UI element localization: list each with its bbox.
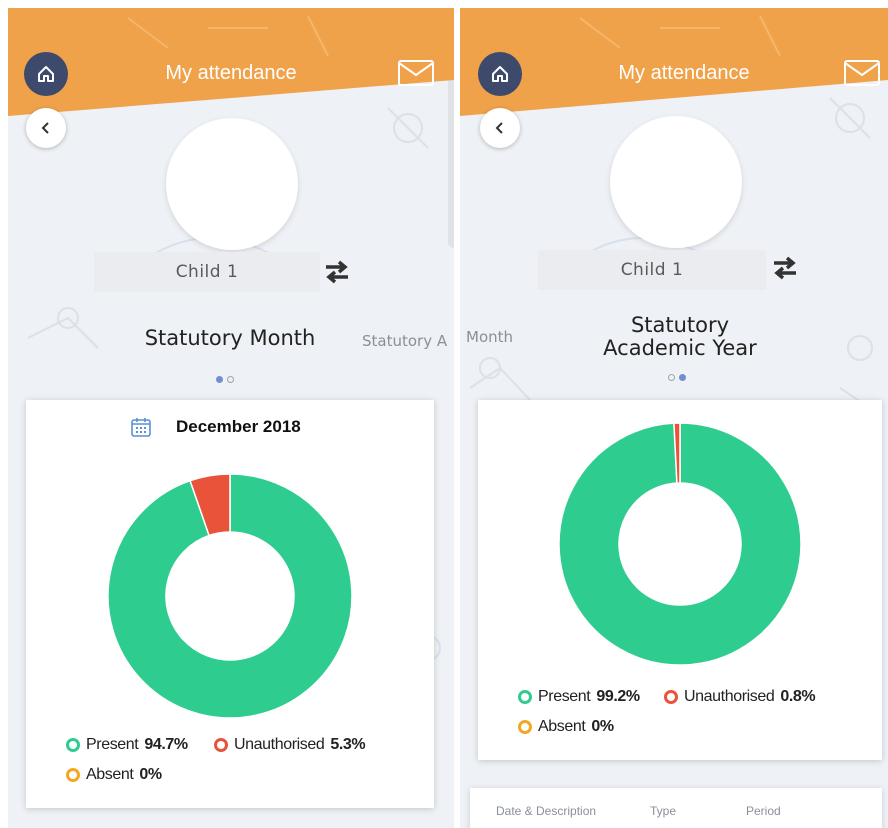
chevron-left-icon: [41, 122, 49, 134]
back-button[interactable]: [480, 108, 520, 148]
legend-absent: Absent 0%: [66, 766, 162, 784]
right-screen: My attendance Child 1 Month Statutory Ac…: [460, 8, 888, 828]
table-header-type: Type: [650, 804, 677, 818]
prev-tab-peek[interactable]: Month: [466, 328, 513, 346]
mail-button[interactable]: [398, 60, 434, 86]
legend-label: Unauthorised: [234, 736, 325, 753]
legend-unauthorised: Unauthorised 5.3%: [214, 736, 366, 754]
avatar[interactable]: [610, 116, 742, 248]
attendance-card: Present 99.2% Unauthorised 0.8% Absent 0…: [478, 400, 882, 760]
legend-label: Present: [538, 688, 591, 705]
legend-label: Absent: [538, 718, 586, 735]
tab-title: Statutory Month: [144, 326, 316, 350]
next-tab-peek[interactable]: Statutory A: [362, 332, 447, 350]
left-screen: My attendance Child 1 Statutory Month St…: [8, 8, 454, 828]
mail-icon: [844, 60, 880, 86]
donut-chart: [558, 422, 802, 666]
pager-dot[interactable]: [668, 374, 675, 381]
pager-dots: [216, 376, 234, 383]
month-header: December 2018: [130, 416, 301, 438]
pager-dot[interactable]: [216, 376, 223, 383]
attendance-card: December 2018 Present 94.7% Unauthorised…: [26, 400, 434, 808]
legend-present: Present 99.2%: [518, 688, 640, 706]
legend-marker: [214, 738, 228, 752]
swap-arrows-icon[interactable]: [772, 256, 798, 280]
back-button[interactable]: [26, 108, 66, 148]
tab-title: Statutory Academic Year: [550, 314, 810, 360]
chevron-left-icon: [495, 122, 503, 134]
avatar[interactable]: [166, 118, 298, 250]
legend-marker: [518, 690, 532, 704]
legend-label: Absent: [86, 766, 134, 783]
donut-chart: [107, 473, 353, 719]
mail-icon: [398, 60, 434, 86]
legend-marker: [664, 690, 678, 704]
month-label: December 2018: [176, 417, 301, 436]
legend-value: 94.7%: [144, 736, 188, 753]
pager-dots: [668, 374, 686, 381]
legend-marker: [66, 738, 80, 752]
records-table: Date & Description Type Period: [470, 788, 882, 828]
legend-label: Unauthorised: [684, 688, 775, 705]
child-name: Child 1: [620, 260, 684, 280]
table-header-period: Period: [746, 804, 781, 818]
header: My attendance: [8, 8, 454, 116]
tab-title-line2: Academic Year: [603, 336, 757, 360]
legend-label: Present: [86, 736, 139, 753]
pager-dot[interactable]: [227, 376, 234, 383]
legend-absent: Absent 0%: [518, 718, 614, 736]
legend-present: Present 94.7%: [66, 736, 188, 754]
legend-value: 5.3%: [330, 736, 366, 753]
legend-value: 99.2%: [596, 688, 640, 705]
legend-value: 0%: [591, 718, 614, 735]
mail-button[interactable]: [844, 60, 880, 86]
legend-unauthorised: Unauthorised 0.8%: [664, 688, 816, 706]
legend-marker: [66, 768, 80, 782]
page-title: My attendance: [618, 62, 750, 84]
legend-value: 0.8%: [780, 688, 816, 705]
tab-title-line1: Statutory: [630, 313, 730, 337]
legend-value: 0%: [139, 766, 162, 783]
table-header-date: Date & Description: [496, 804, 597, 818]
header: My attendance: [460, 8, 888, 116]
legend-marker: [518, 720, 532, 734]
pager-dot[interactable]: [679, 374, 686, 381]
page-title: My attendance: [165, 62, 297, 84]
calendar-icon[interactable]: [130, 416, 152, 438]
child-name: Child 1: [175, 262, 239, 282]
child-selector[interactable]: Child 1: [538, 250, 766, 290]
swap-arrows-icon[interactable]: [324, 260, 350, 284]
child-selector[interactable]: Child 1: [94, 252, 320, 292]
